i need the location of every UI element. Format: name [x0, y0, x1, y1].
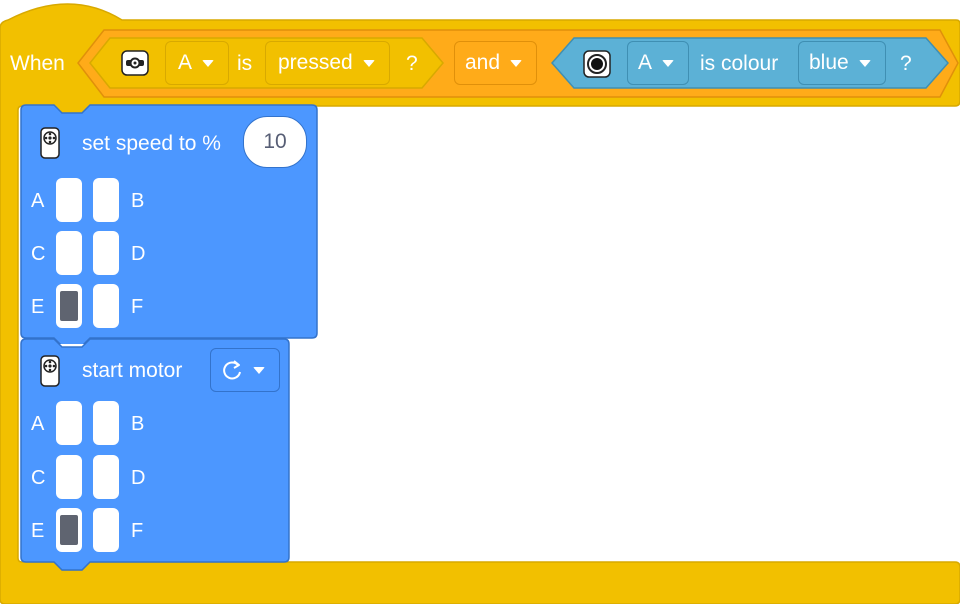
- button-state-dropdown[interactable]: pressed: [265, 41, 390, 85]
- button-port-value: A: [178, 51, 193, 74]
- colour-port-value: A: [638, 51, 653, 74]
- colour-port-dropdown[interactable]: A: [627, 41, 690, 85]
- is-label: is: [237, 52, 253, 75]
- question-mark: ?: [406, 52, 418, 75]
- port-d-toggle[interactable]: [93, 455, 119, 499]
- direction-dropdown[interactable]: [210, 348, 280, 392]
- port-label: F: [131, 520, 144, 542]
- port-e-toggle[interactable]: [56, 508, 82, 552]
- chevron-down-icon: [202, 59, 215, 67]
- operator-dropdown[interactable]: and: [454, 41, 538, 85]
- speed-input[interactable]: 10: [243, 116, 307, 168]
- chevron-down-icon: [253, 366, 265, 374]
- port-label: B: [131, 413, 145, 435]
- colour-sensor-icon: [583, 50, 611, 78]
- chevron-down-icon: [510, 59, 523, 67]
- port-label: A: [31, 190, 45, 212]
- port-b-toggle[interactable]: [93, 178, 119, 222]
- set-speed-label: set speed to %: [82, 132, 221, 155]
- chevron-down-icon: [362, 59, 375, 67]
- operator-value: and: [465, 51, 501, 74]
- port-label: B: [131, 190, 145, 212]
- port-label: E: [31, 520, 45, 542]
- port-a-toggle[interactable]: [56, 178, 82, 222]
- port-d-toggle[interactable]: [93, 231, 119, 275]
- port-label: E: [31, 296, 45, 318]
- port-b-toggle[interactable]: [93, 401, 119, 445]
- colour-value-dropdown[interactable]: blue: [798, 41, 886, 85]
- button-port-dropdown[interactable]: A: [165, 41, 230, 85]
- chevron-down-icon: [662, 59, 675, 67]
- port-a-toggle[interactable]: [56, 401, 82, 445]
- port-e-toggle[interactable]: [56, 284, 82, 328]
- port-label: C: [31, 243, 46, 265]
- when-label: When: [10, 52, 65, 75]
- port-c-toggle[interactable]: [56, 231, 82, 275]
- chevron-down-icon: [858, 59, 871, 67]
- button-state-value: pressed: [278, 51, 353, 74]
- is-colour-label: is colour: [700, 52, 779, 75]
- port-c-toggle[interactable]: [56, 455, 82, 499]
- port-label: A: [31, 413, 45, 435]
- button-sensor-icon: [121, 50, 149, 76]
- question-mark: ?: [900, 52, 912, 75]
- motor-icon: [40, 127, 60, 159]
- port-f-toggle[interactable]: [93, 508, 119, 552]
- start-motor-label: start motor: [82, 359, 183, 382]
- port-label: F: [131, 296, 144, 318]
- clockwise-rotate-icon: [223, 360, 241, 380]
- port-label: D: [131, 243, 146, 265]
- port-label: D: [131, 467, 146, 489]
- port-label: C: [31, 467, 46, 489]
- colour-value: blue: [809, 51, 849, 74]
- port-f-toggle[interactable]: [93, 284, 119, 328]
- motor-icon: [40, 355, 60, 387]
